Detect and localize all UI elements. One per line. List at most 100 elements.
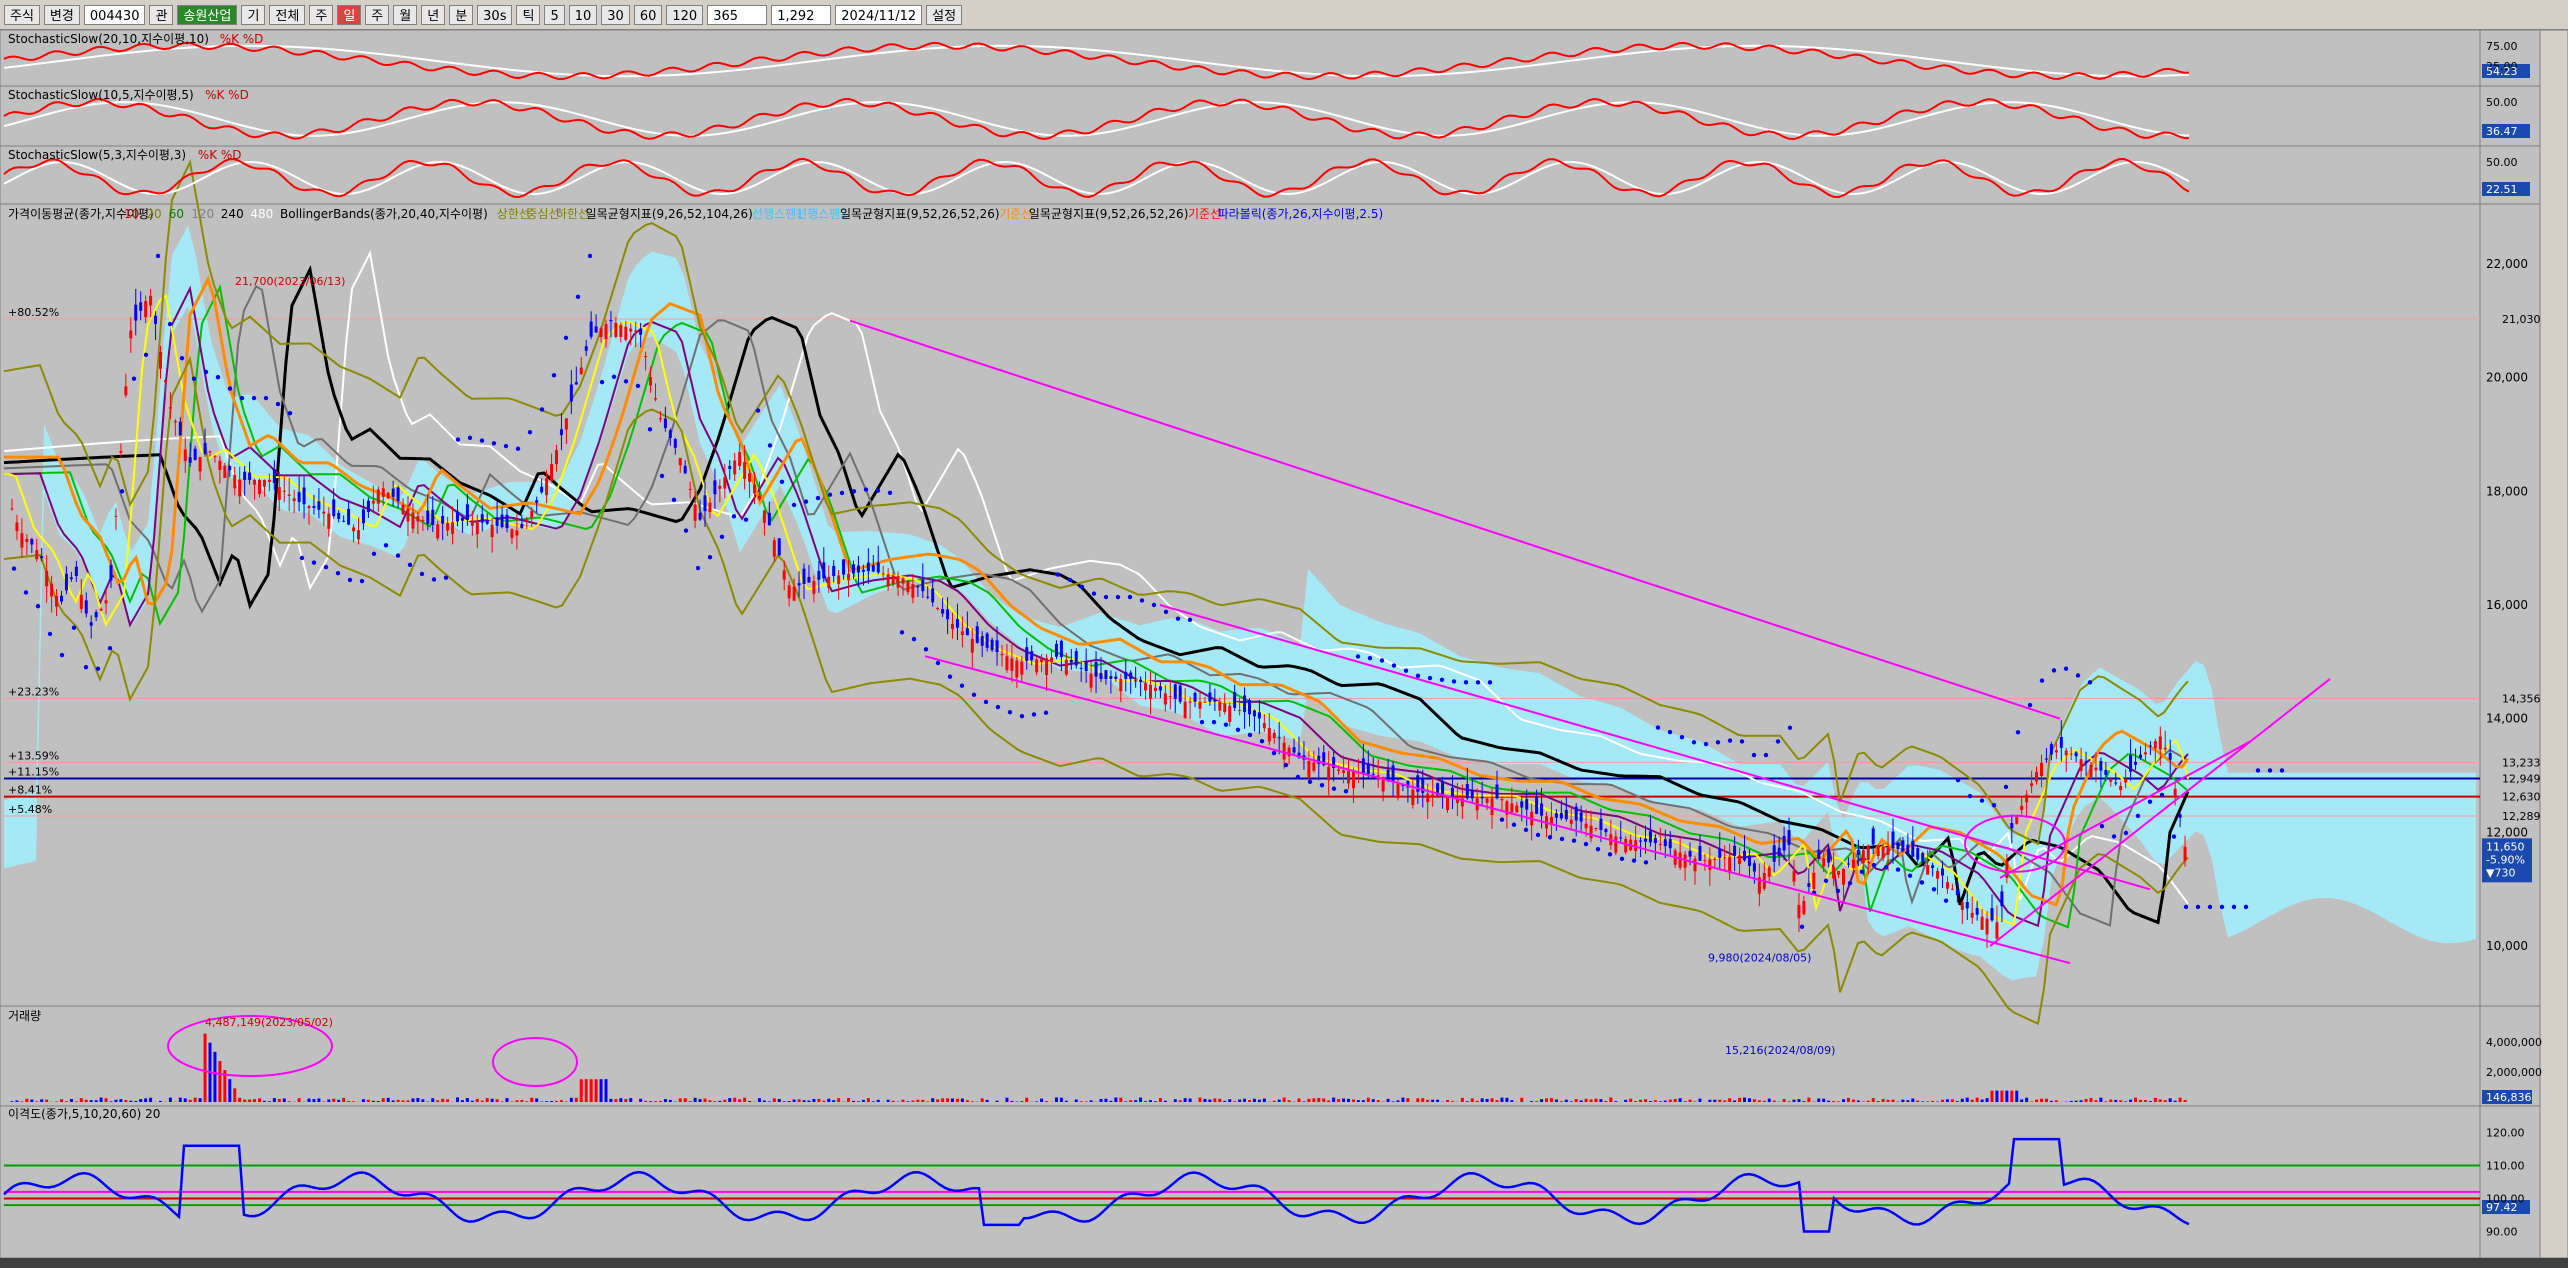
candle-body — [426, 510, 430, 524]
parabolic-dot — [1247, 732, 1253, 738]
volume-bar — [371, 1100, 375, 1102]
candle-body — [2178, 814, 2182, 818]
candle-body — [465, 504, 469, 521]
toolbar-item-11[interactable]: 년 — [421, 4, 446, 25]
candle-body — [282, 490, 286, 492]
legend-item-1: 10 — [124, 207, 139, 221]
volume-bar — [891, 1100, 895, 1102]
toolbar-item-9[interactable]: 주 — [365, 4, 390, 25]
candle-body — [2074, 752, 2078, 757]
volume-bar — [1970, 1099, 1974, 1102]
volume-bar — [713, 1101, 717, 1102]
toolbar-item-12[interactable]: 분 — [449, 4, 474, 25]
toolbar-item-3[interactable]: 관 — [149, 4, 174, 25]
volume-bar — [2173, 1100, 2177, 1102]
volume-bar — [1975, 1097, 1979, 1102]
candle-body — [891, 575, 895, 585]
volume-bar — [852, 1100, 855, 1102]
candle-body — [1361, 758, 1365, 774]
toolbar-item-14[interactable]: 틱 — [516, 4, 541, 25]
toolbar-item-17[interactable]: 30 — [601, 4, 630, 25]
candle-body — [1708, 859, 1712, 870]
toolbar-item-20[interactable]: 365 — [707, 4, 768, 25]
volume-bar — [1861, 1101, 1865, 1102]
price-level-value-5: 12,289 — [2502, 810, 2541, 823]
volume-bar — [1574, 1099, 1578, 1102]
volume-bar — [94, 1100, 98, 1102]
volume-bar — [1163, 1100, 1167, 1102]
candle-body — [159, 351, 162, 369]
candle-body — [297, 492, 301, 502]
toolbar-item-4[interactable]: 송원산업 — [177, 4, 238, 25]
toolbar-item-7[interactable]: 주 — [309, 4, 334, 25]
toolbar-item-18[interactable]: 60 — [633, 4, 663, 25]
candle-body — [762, 510, 766, 523]
volume-bar — [411, 1098, 415, 1102]
toolbar-item-6[interactable]: 전체 — [269, 4, 306, 25]
candle-body — [188, 457, 192, 463]
parabolic-dot — [1103, 594, 1109, 600]
parabolic-dot — [1475, 680, 1481, 685]
parabolic-dot — [839, 490, 845, 496]
candle-body — [837, 575, 841, 584]
candle-body — [1802, 900, 1806, 915]
toolbar-item-13[interactable]: 30s — [477, 4, 513, 25]
parabolic-dot — [2051, 668, 2057, 673]
parabolic-dot — [251, 395, 257, 401]
volume-bar — [218, 1060, 222, 1102]
candle-body — [965, 628, 969, 636]
toolbar-item-8[interactable]: 일 — [337, 4, 362, 25]
candle-body — [688, 488, 692, 490]
candle-body — [1619, 837, 1623, 839]
candle-body — [1218, 701, 1222, 711]
parabolic-dot — [1067, 577, 1073, 583]
volume-bar — [658, 1100, 662, 1102]
candle-body — [530, 511, 534, 518]
toolbar-item-10[interactable]: 월 — [393, 4, 418, 25]
volume-bar — [436, 1100, 440, 1102]
parabolic-dot — [599, 379, 605, 385]
candle-body — [792, 586, 796, 601]
volume-bar — [555, 1100, 558, 1102]
toolbar-item-16[interactable]: 10 — [568, 4, 598, 25]
candle-body — [1767, 867, 1771, 877]
parabolic-dot — [2255, 768, 2261, 773]
candle-body — [540, 486, 544, 493]
volume-bar — [282, 1098, 286, 1102]
parabolic-dot — [515, 446, 521, 451]
candle-body — [352, 527, 356, 532]
candle-body — [812, 581, 816, 594]
parabolic-dot — [2279, 768, 2285, 773]
toolbar-item-19[interactable]: 120 — [666, 4, 704, 25]
toolbar-item-22[interactable]: 2024/11/12 — [835, 4, 923, 25]
toolbar-item-23[interactable]: 설정 — [926, 4, 963, 25]
candle-body — [1668, 839, 1672, 849]
candle-body — [2173, 788, 2177, 797]
toolbar-item-1[interactable]: 변경 — [43, 4, 80, 25]
toolbar-item-15[interactable]: 5 — [544, 4, 565, 25]
candle-body — [1787, 830, 1791, 845]
volume-bar — [1549, 1098, 1553, 1102]
parabolic-dot — [1967, 793, 1973, 799]
toolbar-item-5[interactable]: 기 — [241, 4, 266, 25]
disparity-tick-label: 120.00 — [2486, 1127, 2525, 1140]
candle-body — [787, 585, 791, 599]
parabolic-dot — [1199, 719, 1205, 725]
volume-bar — [1658, 1101, 1662, 1102]
candle-body — [2015, 817, 2019, 824]
candle-body — [1891, 831, 1895, 849]
parabolic-dot — [827, 492, 833, 497]
candle-body — [698, 512, 702, 520]
parabolic-dot — [2027, 702, 2033, 708]
stoch-current-1: 36.47 — [2486, 125, 2518, 138]
toolbar-item-0[interactable]: 주식 — [4, 4, 40, 25]
volume-bar — [1985, 1098, 1989, 1102]
parabolic-dot — [1403, 668, 1409, 673]
candle-body — [2000, 891, 2004, 907]
toolbar-item-2[interactable]: 004430 — [83, 4, 146, 25]
candle-body — [1248, 700, 1251, 715]
toolbar-item-21[interactable]: 1,292 — [771, 4, 832, 25]
parabolic-dot — [1667, 729, 1673, 735]
parabolic-dot — [1175, 616, 1181, 621]
candle-body — [1945, 882, 1949, 889]
